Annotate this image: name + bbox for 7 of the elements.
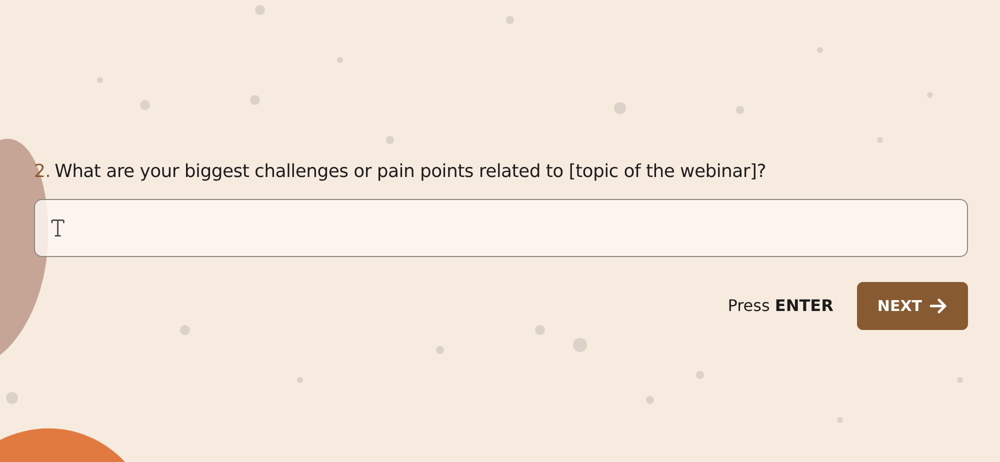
question-text: What are your biggest challenges or pain points related to [topic of the webinar]? [54,161,766,182]
next-button[interactable]: NEXT [857,282,968,330]
arrow-right-icon [930,298,948,314]
question-number: 2. [34,161,51,182]
press-enter-hint: Press ENTER [728,295,834,317]
answer-field[interactable] [34,199,968,257]
text-cursor-icon [51,218,65,238]
